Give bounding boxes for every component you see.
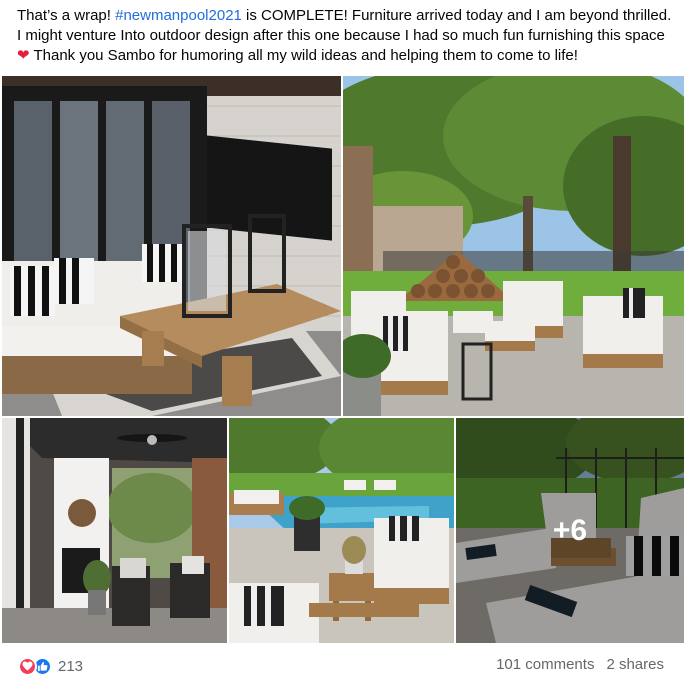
hashtag-link[interactable]: #newmanpool2021 bbox=[115, 7, 242, 24]
post-footer: 213 101 comments 2 shares bbox=[0, 646, 686, 686]
photo-covered-porch-image bbox=[2, 418, 227, 643]
photo-poolside-seating-image bbox=[229, 418, 454, 643]
comments-count-link[interactable]: 101 comments bbox=[496, 656, 594, 673]
photo-backyard-seating[interactable] bbox=[343, 76, 684, 416]
shares-count-link[interactable]: 2 shares bbox=[606, 656, 664, 673]
photo-patio-sofa[interactable] bbox=[2, 76, 341, 416]
love-reaction-icon bbox=[18, 656, 37, 676]
heart-icon bbox=[22, 661, 33, 671]
post-stats: 101 comments 2 shares bbox=[496, 656, 664, 673]
thumbs-up-icon bbox=[37, 661, 48, 671]
photo-poolside-seating[interactable] bbox=[229, 418, 454, 643]
reaction-count: 213 bbox=[58, 657, 84, 675]
photo-patio-sofa-image bbox=[2, 76, 341, 416]
photo-backyard-seating-image bbox=[343, 76, 684, 416]
post-text: That’s a wrap! #newmanpool2021 is COMPLE… bbox=[17, 6, 677, 66]
post-text-start: That’s a wrap! bbox=[17, 7, 116, 24]
post-text-end: Thank you Sambo for humoring all my wild… bbox=[29, 47, 578, 64]
more-photos-count: +6 bbox=[552, 513, 588, 547]
more-photos-overlay[interactable]: +6 bbox=[456, 418, 684, 643]
photo-loungers-more[interactable]: +6 bbox=[456, 418, 684, 643]
heart-emoji-icon: ❤ bbox=[17, 47, 30, 64]
reactions-summary[interactable]: 213 bbox=[18, 656, 83, 676]
photo-covered-porch[interactable] bbox=[2, 418, 227, 643]
